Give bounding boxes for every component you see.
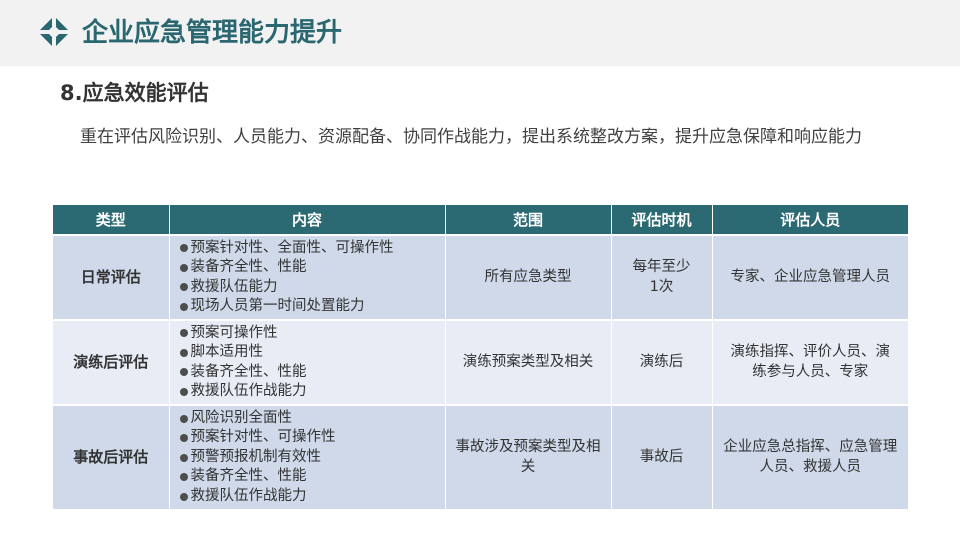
table-header-row: 类型 内容 范围 评估时机 评估人员	[53, 205, 908, 235]
content-item: 脚本适用性	[179, 343, 437, 363]
content-item: 预警预报机制有效性	[179, 448, 437, 468]
bullet-icon	[179, 368, 188, 377]
type-cell: 日常评估	[53, 234, 170, 320]
type-cell: 演练后评估	[53, 319, 170, 405]
bullet-icon	[179, 283, 188, 292]
content-item: 装备齐全性、性能	[179, 467, 437, 487]
content-item: 救援队伍作战能力	[179, 382, 437, 402]
bullet-icon	[179, 348, 188, 357]
table-row: 事故后评估 风险识别全面性 预案针对性、可操作性 预警预报机制有效性 装备齐全性…	[53, 404, 908, 509]
content-item: 预案针对性、全面性、可操作性	[179, 239, 437, 259]
content-cell: 预案针对性、全面性、可操作性 装备齐全性、性能 救援队伍能力 现场人员第一时间处…	[169, 234, 446, 320]
personnel-cell: 专家、企业应急管理人员	[712, 234, 908, 320]
timing-cell: 演练后	[611, 319, 713, 405]
header-scope: 范围	[445, 205, 612, 235]
timing-cell: 每年至少1次	[611, 234, 713, 320]
bullet-icon	[179, 387, 188, 396]
title-bar: 企业应急管理能力提升	[0, 0, 960, 66]
content-cell: 预案可操作性 脚本适用性 装备齐全性、性能 救援队伍作战能力	[169, 319, 446, 405]
content-item: 装备齐全性、性能	[179, 258, 437, 278]
timing-cell: 事故后	[611, 404, 713, 509]
table-row: 演练后评估 预案可操作性 脚本适用性 装备齐全性、性能 救援队伍作战能力 演练预…	[53, 319, 908, 405]
content-item: 现场人员第一时间处置能力	[179, 297, 437, 317]
header-content: 内容	[169, 205, 446, 235]
bullet-icon	[179, 329, 188, 338]
page-title: 企业应急管理能力提升	[82, 18, 343, 48]
content-item: 预案针对性、可操作性	[179, 428, 437, 448]
bullet-icon	[179, 414, 188, 423]
bullet-icon	[179, 434, 188, 442]
content-item: 救援队伍能力	[179, 278, 437, 298]
header-personnel: 评估人员	[712, 205, 908, 235]
evaluation-table: 类型 内容 范围 评估时机 评估人员 日常评估 预案针对性、全面性、可操作性 装…	[53, 205, 908, 509]
bullet-icon	[179, 473, 188, 481]
personnel-cell: 演练指挥、评价人员、演练参与人员、专家	[712, 319, 908, 405]
diamond-logo-icon	[38, 16, 70, 48]
section-title: 8.应急效能评估	[60, 81, 209, 105]
content-item: 装备齐全性、性能	[179, 363, 437, 383]
bullet-icon	[179, 453, 188, 462]
bullet-icon	[179, 244, 188, 253]
content-cell: 风险识别全面性 预案针对性、可操作性 预警预报机制有效性 装备齐全性、性能 救援…	[169, 404, 446, 509]
content-item: 救援队伍作战能力	[179, 487, 437, 507]
header-timing: 评估时机	[611, 205, 713, 235]
section-intro: 重在评估风险识别、人员能力、资源配备、协同作战能力，提出系统整改方案，提升应急保…	[80, 127, 862, 147]
header-type: 类型	[53, 205, 170, 235]
personnel-cell: 企业应急总指挥、应急管理人员、救援人员	[712, 404, 908, 509]
bullet-icon	[179, 492, 188, 501]
content-item: 风险识别全面性	[179, 409, 437, 429]
scope-cell: 事故涉及预案类型及相关	[445, 404, 612, 509]
table-row: 日常评估 预案针对性、全面性、可操作性 装备齐全性、性能 救援队伍能力 现场人员…	[53, 234, 908, 320]
bullet-icon	[179, 302, 188, 311]
content-item: 预案可操作性	[179, 324, 437, 344]
scope-cell: 所有应急类型	[445, 234, 612, 320]
type-cell: 事故后评估	[53, 404, 170, 509]
bullet-icon	[179, 263, 188, 272]
scope-cell: 演练预案类型及相关	[445, 319, 612, 405]
